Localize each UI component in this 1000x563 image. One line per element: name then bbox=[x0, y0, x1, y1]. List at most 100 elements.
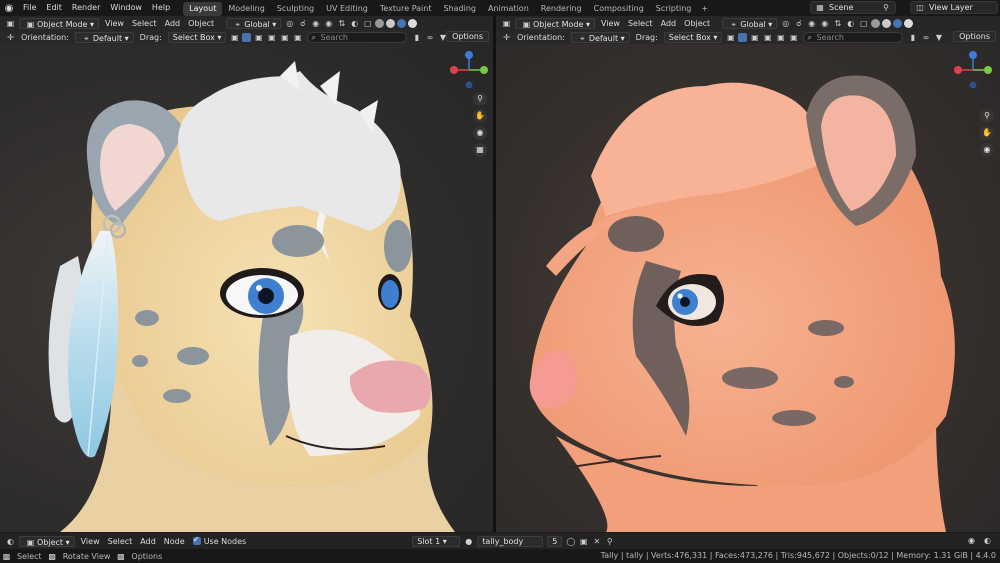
zoom-icon[interactable]: ⚲ bbox=[980, 109, 994, 123]
material-preview-icon[interactable] bbox=[893, 18, 903, 28]
proportional-edit-icon[interactable]: ◉ bbox=[806, 18, 817, 29]
solid-shading-icon[interactable] bbox=[882, 18, 892, 28]
tab-modeling[interactable]: Modeling bbox=[222, 2, 270, 16]
select-subtract-icon[interactable]: ▣ bbox=[762, 32, 773, 43]
camera-icon[interactable]: ◉ bbox=[473, 126, 487, 140]
wireframe-shading-icon[interactable] bbox=[871, 18, 881, 28]
material-sphere-icon[interactable]: ● bbox=[463, 536, 474, 547]
filter-icon[interactable]: ▼ bbox=[933, 32, 944, 43]
tab-texture-paint[interactable]: Texture Paint bbox=[374, 2, 438, 16]
viewport-left[interactable]: ▣ ▣ Object Mode ▾ View Select Add Object … bbox=[0, 16, 493, 532]
tab-sculpting[interactable]: Sculpting bbox=[271, 2, 320, 16]
blender-logo-icon[interactable]: ◉ bbox=[0, 0, 18, 16]
xray-icon[interactable]: ▢ bbox=[858, 18, 869, 29]
menu-help[interactable]: Help bbox=[147, 0, 175, 16]
editor-type-icon[interactable]: ▣ bbox=[5, 18, 16, 29]
pin-icon[interactable]: ⚲ bbox=[881, 3, 891, 13]
menu-view[interactable]: View bbox=[101, 18, 128, 29]
select-mode-icon[interactable]: ▣ bbox=[725, 32, 736, 43]
search-input[interactable]: Search bbox=[307, 31, 408, 43]
select-new-icon[interactable] bbox=[242, 32, 252, 42]
bookmark-icon[interactable]: ▮ bbox=[411, 32, 422, 43]
tab-scripting[interactable]: Scripting bbox=[650, 2, 698, 16]
options-button[interactable]: Options bbox=[446, 31, 489, 42]
pivot-icon[interactable]: ◎ bbox=[780, 18, 791, 29]
view-layer-selector[interactable]: ◫ View Layer bbox=[910, 1, 998, 14]
proportional-edit-icon[interactable]: ◉ bbox=[310, 18, 321, 29]
menu-select[interactable]: Select bbox=[624, 18, 657, 29]
camera-icon[interactable]: ◉ bbox=[980, 143, 994, 157]
link-icon[interactable]: ∞ bbox=[920, 32, 931, 43]
unlink-close-icon[interactable]: ✕ bbox=[591, 536, 602, 547]
gizmo-toggle-icon[interactable]: ⇅ bbox=[832, 18, 843, 29]
menu-add[interactable]: Add bbox=[161, 18, 185, 29]
navigation-gizmo[interactable] bbox=[448, 50, 490, 90]
tab-uv-editing[interactable]: UV Editing bbox=[320, 2, 374, 16]
tab-shading[interactable]: Shading bbox=[437, 2, 482, 16]
overlay-toggle-icon[interactable]: ◐ bbox=[982, 535, 993, 546]
snap-icon[interactable]: ☌ bbox=[793, 18, 804, 29]
select-mode-icon[interactable]: ▣ bbox=[229, 32, 240, 43]
menu-add[interactable]: Add bbox=[136, 536, 160, 547]
duplicate-material-icon[interactable]: ▣ bbox=[578, 536, 589, 547]
menu-window[interactable]: Window bbox=[105, 0, 147, 16]
select-intersect-icon[interactable]: ▣ bbox=[788, 32, 799, 43]
options-button[interactable]: Options bbox=[953, 31, 996, 42]
slot-dropdown[interactable]: Slot 1 ▾ bbox=[412, 535, 461, 547]
gizmo-toggle-icon[interactable]: ⇅ bbox=[336, 18, 347, 29]
overlay-icon[interactable]: ◐ bbox=[845, 18, 856, 29]
menu-file[interactable]: File bbox=[18, 0, 41, 16]
material-preview-icon[interactable] bbox=[397, 18, 407, 28]
wireframe-shading-icon[interactable] bbox=[375, 18, 385, 28]
viewport-right[interactable]: ▣ ▣ Object Mode ▾ View Select Add Object … bbox=[496, 16, 1000, 532]
pivot-icon[interactable]: ◎ bbox=[284, 18, 295, 29]
mode-dropdown[interactable]: ▣ Object Mode ▾ bbox=[515, 17, 595, 29]
drag-dropdown[interactable]: Select Box ▾ bbox=[663, 31, 723, 43]
select-intersect-icon[interactable]: ▣ bbox=[292, 32, 303, 43]
menu-node[interactable]: Node bbox=[160, 536, 189, 547]
orientation-dropdown[interactable]: ⌖ Default ▾ bbox=[74, 31, 134, 43]
search-input[interactable]: Search bbox=[803, 31, 904, 43]
orientation-dropdown[interactable]: ⌖ Default ▾ bbox=[570, 31, 630, 43]
pan-hand-icon[interactable]: ✋ bbox=[980, 126, 994, 140]
select-invert-icon[interactable]: ▣ bbox=[279, 32, 290, 43]
menu-view[interactable]: View bbox=[77, 536, 104, 547]
pin-icon[interactable]: ⚲ bbox=[604, 536, 615, 547]
menu-select[interactable]: Select bbox=[128, 18, 161, 29]
shader-type-dropdown[interactable]: ▣ Object ▾ bbox=[19, 535, 75, 547]
navigation-gizmo[interactable] bbox=[952, 50, 994, 90]
editor-type-icon[interactable]: ◐ bbox=[5, 536, 16, 547]
zoom-icon[interactable]: ⚲ bbox=[473, 92, 487, 106]
select-new-icon[interactable] bbox=[738, 32, 748, 42]
menu-object[interactable]: Object bbox=[680, 18, 714, 29]
select-invert-icon[interactable]: ▣ bbox=[775, 32, 786, 43]
visibility-icon[interactable]: ◉ bbox=[323, 18, 334, 29]
rendered-shading-icon[interactable] bbox=[904, 18, 914, 28]
python-icon[interactable]: ◉ bbox=[966, 535, 977, 546]
transform-orientation-dropdown[interactable]: ⌖ Global ▾ bbox=[226, 17, 282, 29]
use-nodes-checkbox[interactable]: Use Nodes bbox=[189, 534, 251, 547]
select-extend-icon[interactable]: ▣ bbox=[253, 32, 264, 43]
menu-render[interactable]: Render bbox=[67, 0, 105, 16]
perspective-grid-icon[interactable]: ▦ bbox=[473, 143, 487, 157]
tab-animation[interactable]: Animation bbox=[482, 2, 535, 16]
menu-object[interactable]: Object bbox=[184, 18, 218, 29]
fake-user-shield-icon[interactable]: ◯ bbox=[565, 536, 576, 547]
tab-compositing[interactable]: Compositing bbox=[588, 2, 650, 16]
mode-dropdown[interactable]: ▣ Object Mode ▾ bbox=[19, 17, 99, 29]
select-subtract-icon[interactable]: ▣ bbox=[266, 32, 277, 43]
material-selector[interactable]: tally_body bbox=[477, 535, 544, 547]
editor-type-icon[interactable]: ▣ bbox=[501, 18, 512, 29]
select-extend-icon[interactable]: ▣ bbox=[749, 32, 760, 43]
link-icon[interactable]: ∞ bbox=[424, 32, 435, 43]
visibility-icon[interactable]: ◉ bbox=[819, 18, 830, 29]
overlay-icon[interactable]: ◐ bbox=[349, 18, 360, 29]
menu-add[interactable]: Add bbox=[657, 18, 681, 29]
transform-orientation-dropdown[interactable]: ⌖ Global ▾ bbox=[722, 17, 778, 29]
menu-view[interactable]: View bbox=[597, 18, 624, 29]
xray-icon[interactable]: ▢ bbox=[362, 18, 373, 29]
rendered-shading-icon[interactable] bbox=[408, 18, 418, 28]
snap-icon[interactable]: ☌ bbox=[297, 18, 308, 29]
scene-selector[interactable]: ▦ Scene ⚲ bbox=[810, 1, 896, 14]
drag-dropdown[interactable]: Select Box ▾ bbox=[167, 31, 227, 43]
